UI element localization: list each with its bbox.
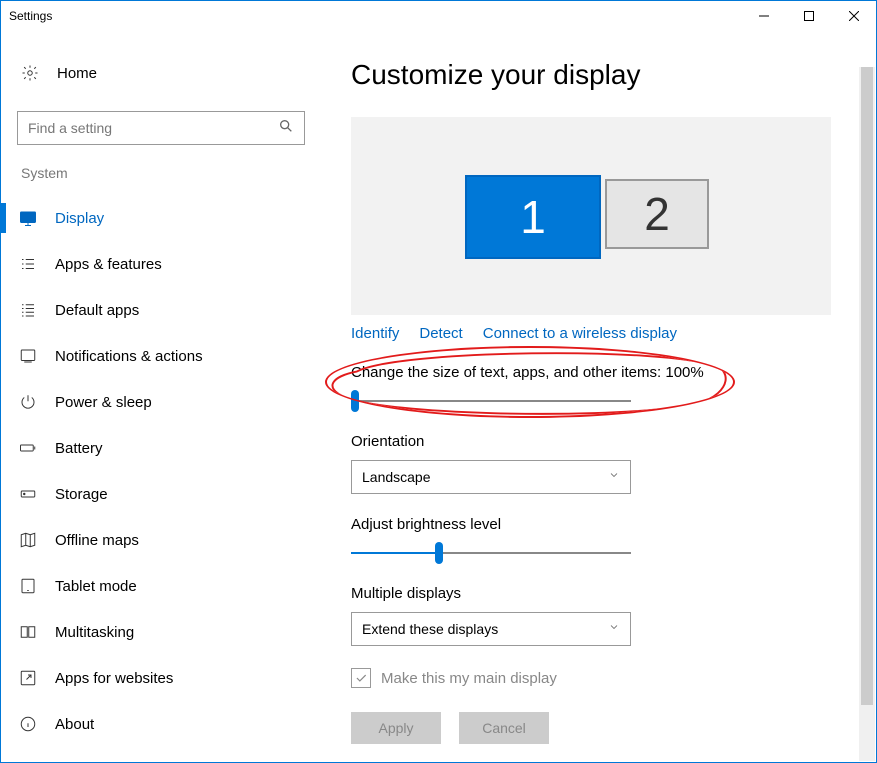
sidebar-item-label: Storage [55, 486, 108, 503]
page-title: Customize your display [351, 59, 846, 91]
chevron-down-icon [608, 620, 620, 638]
detect-link[interactable]: Detect [419, 325, 462, 342]
maximize-button[interactable] [786, 1, 831, 31]
multiple-displays-label: Multiple displays [351, 585, 831, 602]
sidebar-item-display[interactable]: Display [1, 195, 321, 241]
multiple-displays-dropdown[interactable]: Extend these displays [351, 612, 631, 646]
monitor-1[interactable]: 1 [465, 175, 601, 259]
main-display-checkbox: Make this my main display [351, 668, 846, 688]
window-controls [741, 1, 876, 31]
sidebar-item-power[interactable]: Power & sleep [1, 379, 321, 425]
orientation-label: Orientation [351, 433, 831, 450]
notification-icon [19, 347, 37, 365]
battery-icon [19, 439, 37, 457]
defaults-icon [19, 301, 37, 319]
section-label: System [1, 165, 321, 181]
launch-icon [19, 669, 37, 687]
button-row: Apply Cancel [351, 712, 846, 744]
sidebar-item-label: Apps for websites [55, 670, 173, 687]
titlebar: Settings [1, 1, 876, 31]
multitask-icon [19, 623, 37, 641]
dropdown-value: Extend these displays [362, 621, 498, 637]
sidebar-item-about[interactable]: About [1, 701, 321, 747]
power-icon [19, 393, 37, 411]
sidebar-item-battery[interactable]: Battery [1, 425, 321, 471]
monitor-2[interactable]: 2 [605, 179, 709, 249]
storage-icon [19, 485, 37, 503]
sidebar-item-apps-websites[interactable]: Apps for websites [1, 655, 321, 701]
search-icon [278, 118, 294, 139]
sidebar-item-label: Multitasking [55, 624, 134, 641]
sidebar-item-label: Offline maps [55, 532, 139, 549]
list-icon [19, 255, 37, 273]
scrollbar[interactable] [859, 67, 875, 761]
tablet-icon [19, 577, 37, 595]
chevron-down-icon [608, 468, 620, 486]
apply-button[interactable]: Apply [351, 712, 441, 744]
scale-label: Change the size of text, apps, and other… [351, 364, 831, 381]
sidebar-item-label: Notifications & actions [55, 348, 203, 365]
brightness-slider[interactable] [351, 543, 631, 563]
search-input[interactable] [28, 120, 278, 136]
info-icon [19, 715, 37, 733]
sidebar-item-storage[interactable]: Storage [1, 471, 321, 517]
display-links: Identify Detect Connect to a wireless di… [351, 325, 846, 342]
search-box[interactable] [17, 111, 305, 145]
identify-link[interactable]: Identify [351, 325, 399, 342]
sidebar-item-maps[interactable]: Offline maps [1, 517, 321, 563]
sidebar-item-label: Display [55, 210, 104, 227]
sidebar-item-label: Battery [55, 440, 103, 457]
map-icon [19, 531, 37, 549]
sidebar-item-label: Power & sleep [55, 394, 152, 411]
monitor-icon [19, 209, 37, 227]
sidebar-item-label: Default apps [55, 302, 139, 319]
checkbox-label: Make this my main display [381, 670, 557, 687]
cancel-button[interactable]: Cancel [459, 712, 549, 744]
sidebar-item-multitasking[interactable]: Multitasking [1, 609, 321, 655]
close-button[interactable] [831, 1, 876, 31]
display-preview[interactable]: 1 2 [351, 117, 831, 315]
wireless-link[interactable]: Connect to a wireless display [483, 325, 677, 342]
checkbox-icon [351, 668, 371, 688]
scale-slider[interactable] [351, 391, 631, 411]
window-title: Settings [9, 9, 52, 23]
main-content: Customize your display 1 2 Identify Dete… [321, 31, 876, 762]
sidebar: Home System Display Apps & features Defa… [1, 31, 321, 762]
sidebar-item-apps[interactable]: Apps & features [1, 241, 321, 287]
home-label: Home [57, 65, 97, 82]
sidebar-item-default-apps[interactable]: Default apps [1, 287, 321, 333]
dropdown-value: Landscape [362, 469, 431, 485]
sidebar-item-notifications[interactable]: Notifications & actions [1, 333, 321, 379]
home-button[interactable]: Home [1, 55, 321, 91]
gear-icon [21, 64, 39, 82]
scrollbar-thumb[interactable] [861, 67, 873, 705]
sidebar-item-label: Apps & features [55, 256, 162, 273]
minimize-button[interactable] [741, 1, 786, 31]
orientation-dropdown[interactable]: Landscape [351, 460, 631, 494]
sidebar-item-label: Tablet mode [55, 578, 137, 595]
sidebar-item-label: About [55, 716, 94, 733]
sidebar-item-tablet[interactable]: Tablet mode [1, 563, 321, 609]
brightness-label: Adjust brightness level [351, 516, 831, 533]
